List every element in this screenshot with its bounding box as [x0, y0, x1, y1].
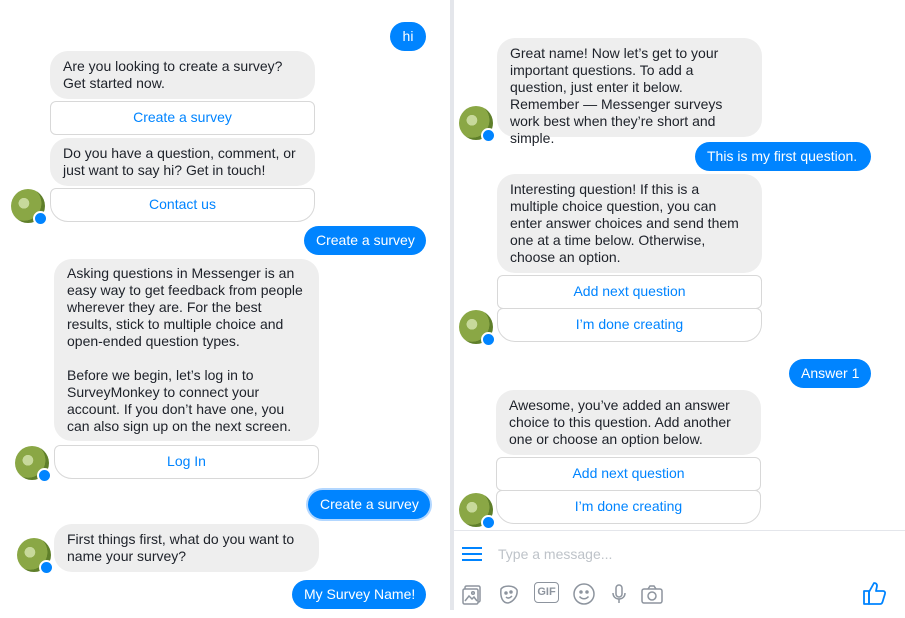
user-message-create-survey-2: Create a survey	[308, 490, 430, 519]
bot-avatar	[459, 106, 496, 143]
bot-message-intro: Are you looking to create a survey? Get …	[50, 51, 315, 99]
bot-avatar	[459, 493, 496, 530]
login-info-paragraph-1: Asking questions in Messenger is an easy…	[67, 265, 303, 349]
log-in-button[interactable]: Log In	[54, 445, 319, 479]
menu-icon[interactable]	[462, 547, 482, 561]
login-info-paragraph-2: Before we begin, let’s log in to SurveyM…	[67, 367, 292, 434]
messenger-badge-icon	[39, 560, 54, 575]
add-next-question-button[interactable]: Add next question	[496, 457, 761, 491]
create-survey-button[interactable]: Create a survey	[50, 101, 315, 135]
image-icon[interactable]	[461, 582, 485, 606]
bot-avatar	[17, 538, 54, 575]
like-icon[interactable]	[862, 580, 888, 606]
done-creating-button[interactable]: I’m done creating	[497, 308, 762, 342]
bot-avatar	[15, 446, 52, 483]
messenger-badge-icon	[33, 211, 48, 226]
contact-us-button[interactable]: Contact us	[50, 188, 315, 222]
messenger-badge-icon	[37, 468, 52, 483]
user-message-create-survey: Create a survey	[304, 226, 426, 255]
user-message-hi: hi	[390, 22, 426, 51]
add-next-question-button[interactable]: Add next question	[497, 275, 762, 309]
bot-message-name-prompt: First things first, what do you want to …	[54, 524, 319, 572]
sticker-icon[interactable]	[497, 582, 521, 606]
messenger-badge-icon	[481, 128, 496, 143]
emoji-icon[interactable]	[572, 582, 596, 606]
gif-icon[interactable]: GIF	[534, 582, 559, 603]
bot-message-contact: Do you have a question, comment, or just…	[50, 138, 315, 186]
bot-message-awesome: Awesome, you’ve added an answer choice t…	[496, 390, 761, 455]
bot-message-login-info: Asking questions in Messenger is an easy…	[54, 259, 319, 441]
bot-message-great-name: Great name! Now let’s get to your import…	[497, 38, 762, 146]
panel-divider	[450, 0, 454, 610]
user-message-survey-name: My Survey Name!	[292, 580, 426, 609]
messenger-badge-icon	[481, 515, 496, 530]
bot-avatar	[11, 189, 48, 226]
user-message-first-question: This is my first question.	[695, 142, 871, 171]
camera-icon[interactable]	[640, 582, 664, 606]
bot-message-interesting: Interesting question! If this is a multi…	[497, 174, 762, 273]
microphone-icon[interactable]	[607, 582, 631, 606]
messenger-badge-icon	[481, 332, 496, 347]
message-input[interactable]: Type a message...	[498, 546, 612, 562]
composer-separator	[454, 530, 905, 531]
bot-avatar	[459, 310, 496, 347]
done-creating-button[interactable]: I’m done creating	[496, 490, 761, 524]
user-message-answer-1: Answer 1	[789, 359, 871, 388]
